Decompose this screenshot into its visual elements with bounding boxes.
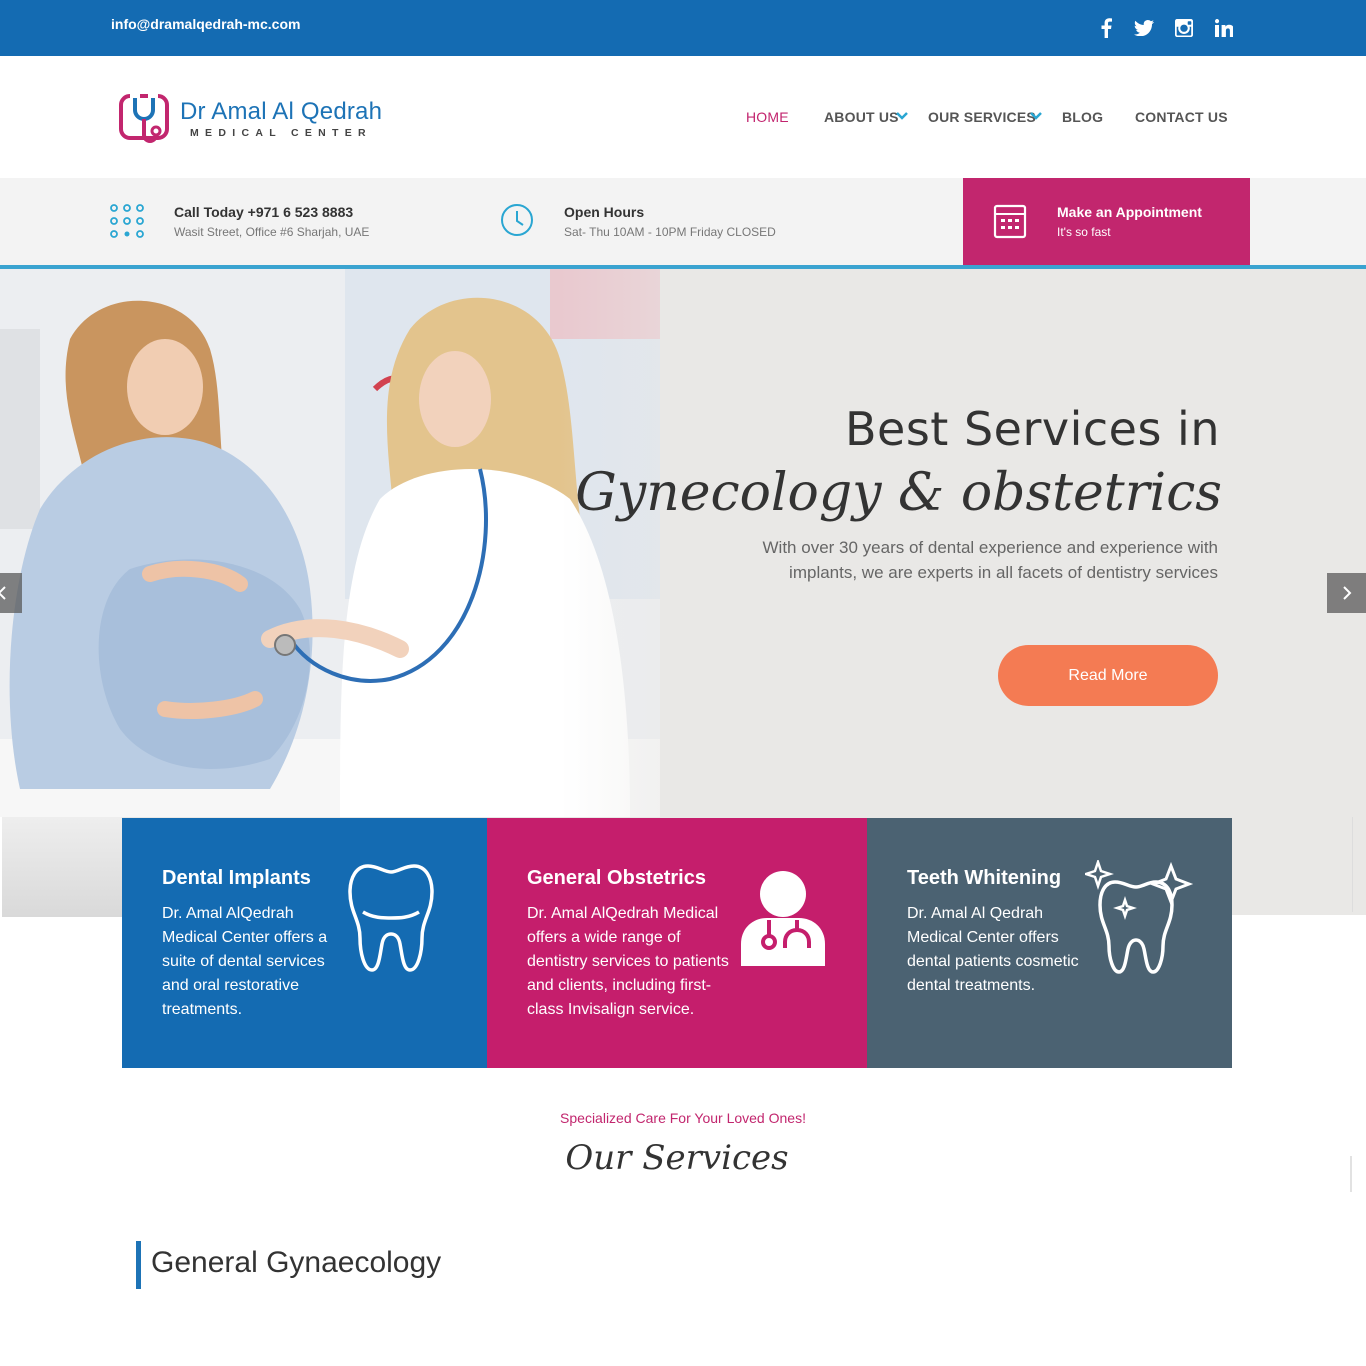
chevron-down-icon[interactable]: [1030, 111, 1042, 121]
slider-next-arrow[interactable]: [1327, 573, 1366, 613]
slider-prev-arrow[interactable]: [0, 573, 22, 613]
hero-heading: Best Services in: [844, 402, 1220, 456]
divider-line: [1352, 817, 1353, 912]
open-hours-text: Sat- Thu 10AM - 10PM Friday CLOSED: [564, 225, 776, 239]
dialpad-icon: [110, 204, 144, 238]
card-title: Teeth Whitening: [907, 867, 1062, 889]
facebook-icon[interactable]: [1092, 14, 1120, 42]
scroll-edge-line: [1350, 1156, 1352, 1192]
service-card-general-obstetrics[interactable]: General Obstetrics Dr. Amal AlQedrah Med…: [487, 818, 867, 1068]
clock-icon: [501, 204, 533, 236]
card-text: Dr. Amal Al Qedrah Medical Center offers…: [907, 905, 1079, 994]
contact-email-link[interactable]: info@dramalqedrah-mc.com: [111, 16, 300, 32]
nav-home[interactable]: HOME: [746, 109, 789, 125]
appointment-title: Make an Appointment: [1057, 204, 1202, 220]
section-title: Our Services: [565, 1138, 789, 1178]
address-text: Wasit Street, Office #6 Sharjah, UAE: [174, 225, 370, 239]
chevron-left-icon: [0, 586, 6, 600]
twitter-icon[interactable]: [1130, 14, 1158, 42]
stethoscope-logo-icon[interactable]: [118, 93, 172, 151]
instagram-icon[interactable]: [1170, 14, 1198, 42]
hero-subheading: Gynecology & obstetrics: [575, 463, 1222, 523]
nav-contact-us[interactable]: CONTACT US: [1135, 109, 1228, 125]
nav-our-services[interactable]: OUR SERVICES: [928, 109, 1036, 125]
make-appointment-button[interactable]: Make an Appointment It's so fast: [963, 178, 1250, 265]
linkedin-icon[interactable]: [1210, 14, 1238, 42]
card-text: Dr. Amal AlQedrah Medical Center offers …: [162, 905, 328, 1018]
tooth-icon: [348, 864, 434, 972]
service-card-teeth-whitening[interactable]: Teeth Whitening Dr. Amal Al Qedrah Medic…: [867, 818, 1232, 1068]
hero-slider: Best Services in Gynecology & obstetrics…: [0, 269, 1366, 817]
card-title: General Obstetrics: [527, 867, 706, 889]
service-card-dental-implants[interactable]: Dental Implants Dr. Amal AlQedrah Medica…: [122, 818, 487, 1068]
section-kicker: Specialized Care For Your Loved Ones!: [560, 1110, 806, 1126]
open-hours-title: Open Hours: [564, 204, 645, 220]
nav-blog[interactable]: BLOG: [1062, 109, 1103, 125]
calendar-icon: [993, 204, 1027, 239]
card-title: Dental Implants: [162, 867, 311, 889]
call-today-text[interactable]: Call Today +971 6 523 8883: [174, 204, 353, 220]
chevron-down-icon[interactable]: [896, 111, 908, 121]
sparkling-tooth-icon: [1085, 860, 1194, 974]
card-text: Dr. Amal AlQedrah Medical offers a wide …: [527, 905, 729, 1018]
logo-subtitle: MEDICAL CENTER: [190, 127, 372, 139]
hero-bottom-photo: [2, 817, 122, 917]
doctor-icon: [741, 871, 825, 966]
appointment-subtitle: It's so fast: [1057, 225, 1111, 239]
subheading-accent-bar: [136, 1241, 141, 1289]
hero-description: With over 30 years of dental experience …: [762, 538, 1218, 582]
logo-name[interactable]: Dr Amal Al Qedrah: [180, 98, 382, 126]
read-more-button[interactable]: Read More: [998, 645, 1218, 706]
top-bar: info@dramalqedrah-mc.com: [0, 0, 1366, 56]
site-header: Dr Amal Al Qedrah MEDICAL CENTER HOME AB…: [0, 56, 1366, 178]
chevron-right-icon: [1343, 586, 1352, 600]
nav-about-us[interactable]: ABOUT US: [824, 109, 899, 125]
service-subheading: General Gynaecology: [151, 1246, 442, 1279]
